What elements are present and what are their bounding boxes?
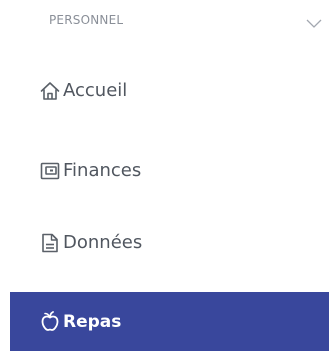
wallet-icon [39,160,61,182]
document-icon [39,232,61,254]
sidebar-item-finances[interactable]: Finances [10,146,329,196]
sidebar-item-accueil[interactable]: Accueil [10,66,329,116]
sidebar-item-donnees[interactable]: Données [10,218,329,268]
sidebar: PERSONNEL Accueil Finances Données Repas [0,0,329,351]
section-header-personnel[interactable]: PERSONNEL [0,0,329,44]
sidebar-item-label: Accueil [63,80,128,101]
chevron-down-icon[interactable] [306,14,322,28]
home-icon [39,80,61,102]
apple-icon [39,310,61,332]
section-title: PERSONNEL [49,13,124,27]
sidebar-item-label: Finances [63,160,142,181]
sidebar-item-label: Repas [63,312,122,332]
sidebar-item-repas[interactable]: Repas [10,292,329,351]
sidebar-item-label: Données [63,232,143,253]
